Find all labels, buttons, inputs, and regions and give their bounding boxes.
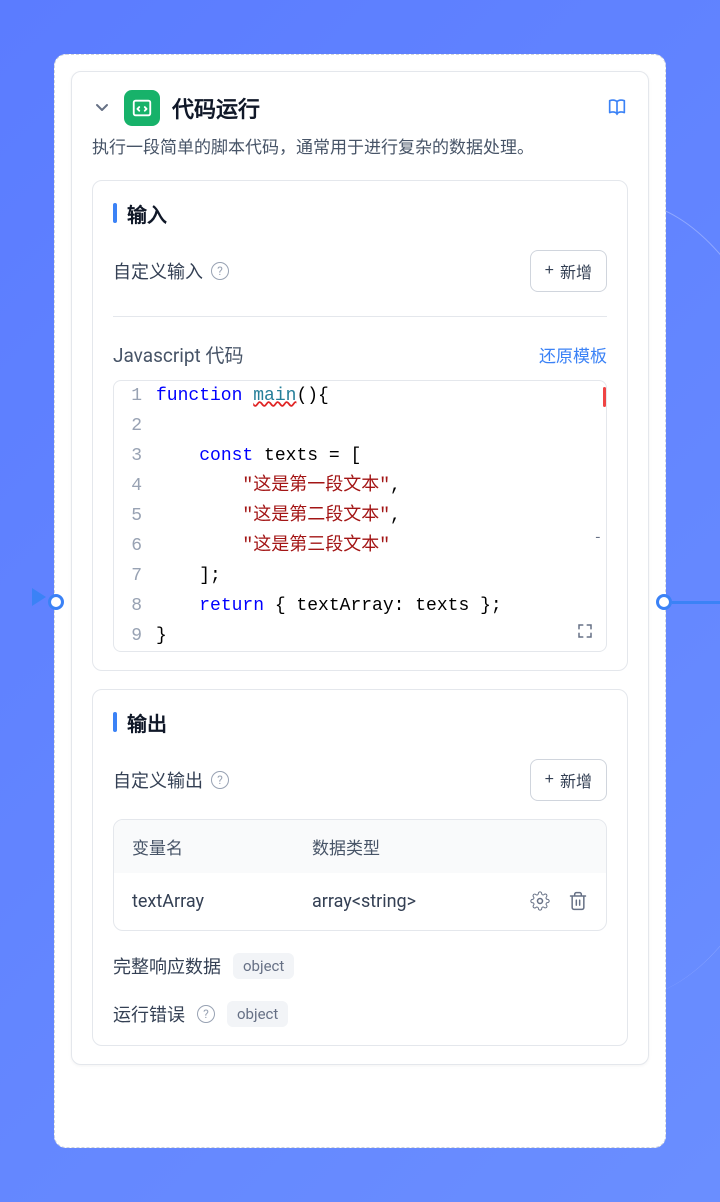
full-response-type-badge: object — [233, 953, 294, 979]
output-table: 变量名 数据类型 textArray array<string> — [113, 819, 607, 931]
table-header: 变量名 数据类型 — [114, 820, 606, 873]
divider — [113, 316, 607, 317]
help-icon[interactable]: ? — [211, 771, 229, 789]
runtime-error-type-badge: object — [227, 1001, 288, 1027]
code-line: 6 "这是第三段文本" — [114, 531, 606, 561]
accent-bar-icon — [113, 203, 117, 223]
add-output-button[interactable]: + 新增 — [530, 759, 607, 801]
output-section: 输出 自定义输出 ? + 新增 变量名 数据类型 t — [92, 689, 628, 1046]
line-number: 4 — [114, 471, 156, 501]
expand-icon[interactable] — [576, 621, 596, 641]
panel-header: 代码运行 — [92, 90, 628, 126]
settings-icon[interactable] — [530, 891, 550, 911]
node-input-port[interactable] — [48, 594, 64, 610]
add-input-button[interactable]: + 新增 — [530, 250, 607, 292]
var-type-cell: array<string> — [312, 891, 508, 912]
docs-icon[interactable] — [606, 97, 628, 119]
code-line: 3 const texts = [ — [114, 441, 606, 471]
line-number: 8 — [114, 591, 156, 621]
node-canvas: 代码运行 执行一段简单的脚本代码，通常用于进行复杂的数据处理。 输入 自定义输入… — [54, 54, 666, 1148]
help-icon[interactable]: ? — [211, 262, 229, 280]
code-line: 4 "这是第一段文本", — [114, 471, 606, 501]
code-line: 7 ]; — [114, 561, 606, 591]
line-number: 2 — [114, 411, 156, 441]
code-editor[interactable]: - 1function main(){2 3 const texts = [4 … — [113, 380, 607, 652]
node-output-port[interactable] — [656, 594, 672, 610]
code-node-icon — [124, 90, 160, 126]
help-icon[interactable]: ? — [197, 1005, 215, 1023]
plus-icon: + — [545, 771, 554, 789]
output-section-label: 输出 — [127, 708, 167, 737]
collapse-toggle[interactable] — [92, 98, 112, 118]
th-variable-name: 变量名 — [132, 834, 312, 859]
th-data-type: 数据类型 — [312, 834, 508, 859]
reset-template-link[interactable]: 还原模板 — [539, 342, 607, 367]
line-number: 3 — [114, 441, 156, 471]
line-number: 5 — [114, 501, 156, 531]
input-port-arrow-icon — [32, 588, 46, 606]
delete-icon[interactable] — [568, 891, 588, 911]
input-section-label: 输入 — [127, 199, 167, 228]
custom-output-label: 自定义输出 — [113, 767, 203, 793]
node-description: 执行一段简单的脚本代码，通常用于进行复杂的数据处理。 — [92, 136, 628, 162]
add-input-label: 新增 — [560, 259, 592, 283]
full-response-label: 完整响应数据 — [113, 953, 221, 979]
accent-bar-icon — [113, 712, 117, 732]
add-output-label: 新增 — [560, 768, 592, 792]
line-number: 6 — [114, 531, 156, 561]
custom-input-label: 自定义输入 — [113, 258, 203, 284]
code-title: Javascript 代码 — [113, 341, 244, 368]
output-edge-line — [672, 601, 720, 604]
runtime-error-label: 运行错误 — [113, 1001, 185, 1027]
runtime-error-row: 运行错误 ? object — [113, 1001, 607, 1027]
node-panel: 代码运行 执行一段简单的脚本代码，通常用于进行复杂的数据处理。 输入 自定义输入… — [71, 71, 649, 1065]
output-section-title: 输出 — [113, 708, 607, 737]
code-line: 8 return { textArray: texts }; — [114, 591, 606, 621]
plus-icon: + — [545, 262, 554, 280]
line-number: 9 — [114, 621, 156, 651]
full-response-row: 完整响应数据 object — [113, 953, 607, 979]
code-line: 1function main(){ — [114, 381, 606, 411]
code-line: 9} — [114, 621, 606, 651]
line-number: 1 — [114, 381, 156, 411]
input-section: 输入 自定义输入 ? + 新增 Javascript 代码 还原模板 - — [92, 180, 628, 671]
code-line: 2 — [114, 411, 606, 441]
code-line: 5 "这是第二段文本", — [114, 501, 606, 531]
node-title: 代码运行 — [172, 92, 260, 124]
var-name-cell: textArray — [132, 891, 312, 912]
input-section-title: 输入 — [113, 199, 607, 228]
table-row: textArray array<string> — [114, 873, 606, 930]
line-number: 7 — [114, 561, 156, 591]
